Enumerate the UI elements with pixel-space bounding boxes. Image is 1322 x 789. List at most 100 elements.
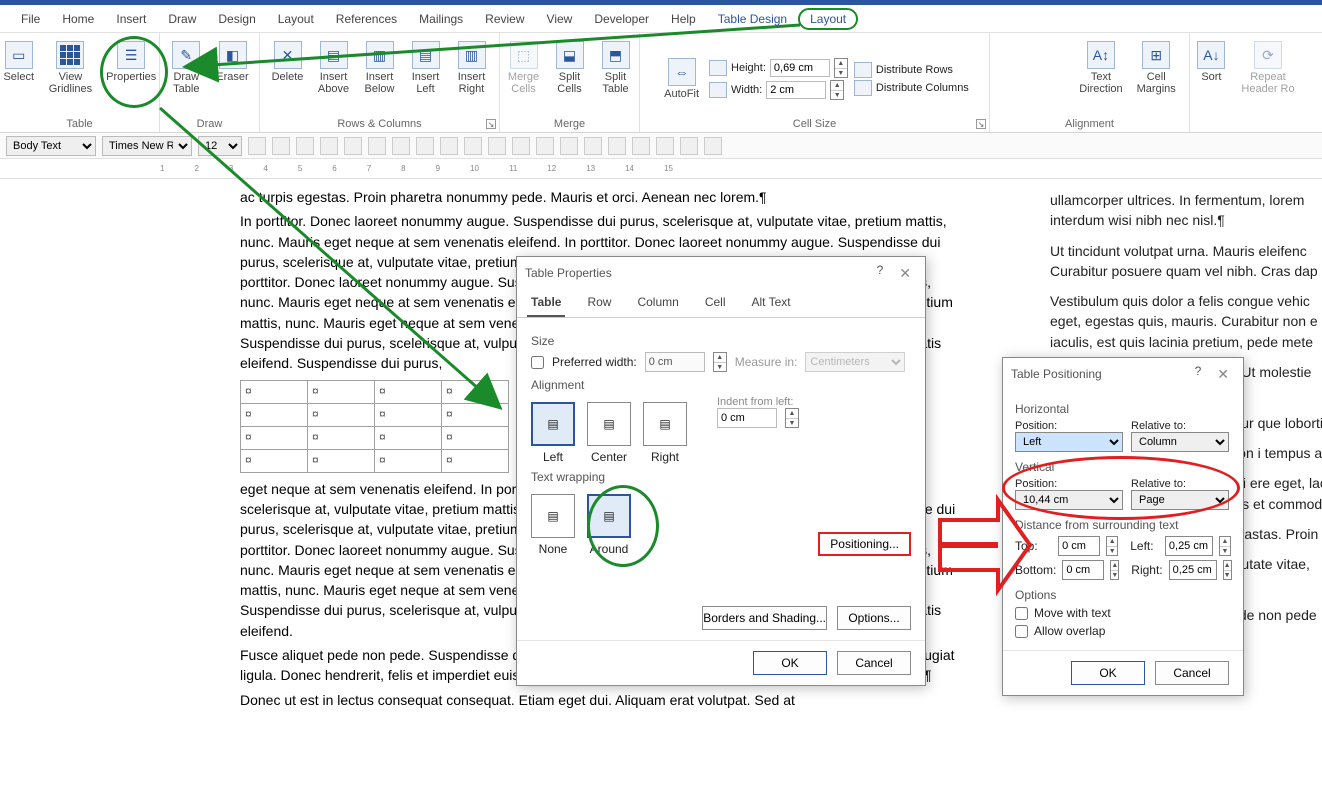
table-cell[interactable]: ¤ xyxy=(241,380,308,403)
left-input[interactable] xyxy=(1165,536,1213,556)
eraser-button[interactable]: ◧Eraser xyxy=(212,39,252,85)
vpos-select[interactable]: 10,44 cm xyxy=(1015,490,1123,510)
table-cell[interactable]: ¤ xyxy=(241,403,308,426)
table-cell[interactable]: ¤ xyxy=(308,403,375,426)
select-button[interactable]: ▭Select xyxy=(0,39,39,85)
wrap-around-option[interactable]: ▤ xyxy=(587,494,631,538)
table-cell[interactable]: ¤ xyxy=(375,403,442,426)
close-icon[interactable]: ✕ xyxy=(1211,364,1235,385)
table-cell[interactable]: ¤ xyxy=(241,449,308,472)
qat-icon[interactable] xyxy=(608,137,626,155)
menu-layout[interactable]: Layout xyxy=(267,8,325,30)
qat-icon[interactable] xyxy=(368,137,386,155)
close-icon[interactable]: ✕ xyxy=(893,263,917,284)
menu-design[interactable]: Design xyxy=(207,8,266,30)
hpos-select[interactable]: Left xyxy=(1015,432,1123,452)
positioning-button[interactable]: Positioning... xyxy=(818,532,911,556)
tab-column[interactable]: Column xyxy=(633,289,682,317)
draw-table-button[interactable]: ✎Draw Table xyxy=(166,39,206,97)
align-tc-button[interactable] xyxy=(1023,39,1043,59)
width-spinner[interactable]: ▲▼ xyxy=(830,80,844,100)
hrel-select[interactable]: Column xyxy=(1131,432,1229,452)
align-tl-button[interactable] xyxy=(999,39,1019,59)
menu-review[interactable]: Review xyxy=(474,8,535,30)
menu-file[interactable]: File xyxy=(10,8,51,30)
align-mr-button[interactable] xyxy=(1047,63,1067,83)
table-cell[interactable]: ¤ xyxy=(308,380,375,403)
width-input[interactable] xyxy=(766,81,826,99)
table-cell[interactable]: ¤ xyxy=(442,449,509,472)
insert-below-button[interactable]: ▥Insert Below xyxy=(360,39,400,97)
qat-icon[interactable] xyxy=(656,137,674,155)
bottom-input[interactable] xyxy=(1062,560,1104,580)
qat-icon[interactable] xyxy=(536,137,554,155)
rows-launcher-icon[interactable]: ↘ xyxy=(486,119,496,129)
autofit-button[interactable]: ⇔AutoFit xyxy=(660,56,703,102)
delete-button[interactable]: ✕Delete xyxy=(268,39,308,85)
qat-icon[interactable] xyxy=(632,137,650,155)
menu-help[interactable]: Help xyxy=(660,8,707,30)
help-icon[interactable]: ? xyxy=(1195,364,1202,385)
menu-insert[interactable]: Insert xyxy=(105,8,157,30)
cancel-button[interactable]: Cancel xyxy=(1155,661,1229,685)
qat-icon[interactable] xyxy=(416,137,434,155)
document-table[interactable]: ¤¤¤¤ ¤¤¤¤ ¤¤¤¤ ¤¤¤¤ xyxy=(240,380,509,473)
qat-icon[interactable] xyxy=(584,137,602,155)
ok-button[interactable]: OK xyxy=(1071,661,1145,685)
properties-button[interactable]: ☰Properties xyxy=(102,39,160,85)
align-bl-button[interactable] xyxy=(999,87,1019,107)
indent-input[interactable] xyxy=(717,408,777,428)
left-spinner[interactable]: ▲▼ xyxy=(1219,536,1231,556)
table-cell[interactable]: ¤ xyxy=(442,403,509,426)
qat-icon[interactable] xyxy=(248,137,266,155)
split-table-button[interactable]: ⬒Split Table xyxy=(596,39,636,97)
align-bc-button[interactable] xyxy=(1023,87,1043,107)
qat-icon[interactable] xyxy=(512,137,530,155)
cancel-button[interactable]: Cancel xyxy=(837,651,911,675)
vrel-select[interactable]: Page xyxy=(1131,490,1229,510)
table-cell[interactable]: ¤ xyxy=(308,449,375,472)
borders-shading-button[interactable]: Borders and Shading... xyxy=(702,606,827,630)
move-with-text-checkbox[interactable] xyxy=(1015,607,1028,620)
table-cell[interactable]: ¤ xyxy=(308,426,375,449)
ok-button[interactable]: OK xyxy=(753,651,827,675)
menu-home[interactable]: Home xyxy=(51,8,105,30)
right-input[interactable] xyxy=(1169,560,1217,580)
qat-icon[interactable] xyxy=(464,137,482,155)
qat-icon[interactable] xyxy=(704,137,722,155)
table-cell[interactable]: ¤ xyxy=(442,426,509,449)
tab-cell[interactable]: Cell xyxy=(701,289,730,317)
distribute-rows-button[interactable]: Distribute Rows xyxy=(854,62,969,78)
top-input[interactable] xyxy=(1058,536,1100,556)
qat-icon[interactable] xyxy=(344,137,362,155)
align-center-option[interactable]: ▤ xyxy=(587,402,631,446)
right-spinner[interactable]: ▲▼ xyxy=(1223,560,1232,580)
split-cells-button[interactable]: ⬓Split Cells xyxy=(550,39,590,97)
align-br-button[interactable] xyxy=(1047,87,1067,107)
sort-button[interactable]: A↓Sort xyxy=(1191,39,1231,85)
menu-developer[interactable]: Developer xyxy=(583,8,660,30)
qat-icon[interactable] xyxy=(440,137,458,155)
table-cell[interactable]: ¤ xyxy=(375,380,442,403)
table-cell[interactable]: ¤ xyxy=(442,380,509,403)
qat-icon[interactable] xyxy=(560,137,578,155)
cell-margins-button[interactable]: ⊞Cell Margins xyxy=(1133,39,1180,97)
menu-view[interactable]: View xyxy=(536,8,584,30)
insert-left-button[interactable]: ▤Insert Left xyxy=(406,39,446,97)
insert-right-button[interactable]: ▥Insert Right xyxy=(452,39,492,97)
align-right-option[interactable]: ▤ xyxy=(643,402,687,446)
align-mc-button[interactable] xyxy=(1023,63,1043,83)
align-left-option[interactable]: ▤ xyxy=(531,402,575,446)
tab-table[interactable]: Table xyxy=(527,289,565,317)
allow-overlap-checkbox[interactable] xyxy=(1015,625,1028,638)
font-select[interactable]: Times New R xyxy=(102,136,192,156)
table-cell[interactable]: ¤ xyxy=(241,426,308,449)
indent-spinner[interactable]: ▲▼ xyxy=(785,408,799,428)
style-select[interactable]: Body Text xyxy=(6,136,96,156)
top-spinner[interactable]: ▲▼ xyxy=(1106,536,1118,556)
align-tr-button[interactable] xyxy=(1047,39,1067,59)
qat-icon[interactable] xyxy=(488,137,506,155)
menu-table-layout[interactable]: Layout xyxy=(798,8,858,30)
cellsize-launcher-icon[interactable]: ↘ xyxy=(976,119,986,129)
menu-references[interactable]: References xyxy=(325,8,408,30)
